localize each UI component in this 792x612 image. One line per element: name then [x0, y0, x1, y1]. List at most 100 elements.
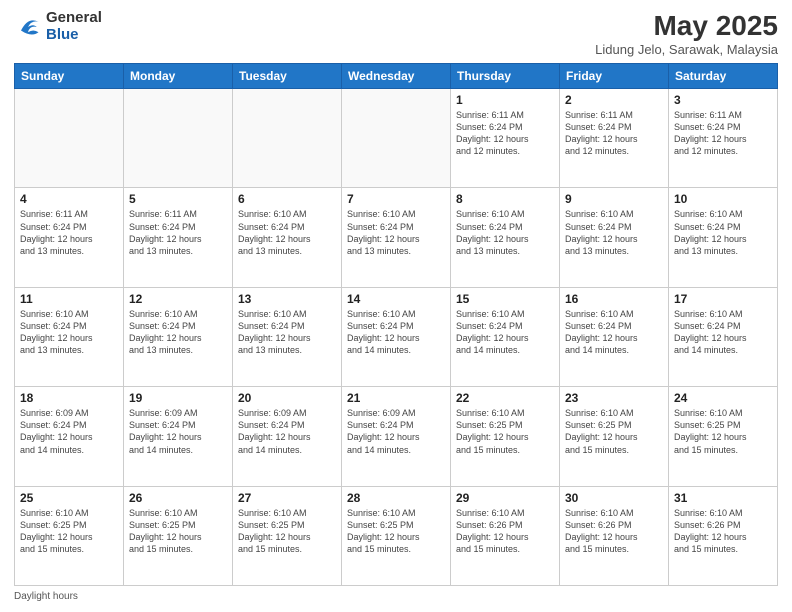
day-number: 11	[20, 292, 118, 306]
day-info: Sunrise: 6:09 AM Sunset: 6:24 PM Dayligh…	[238, 407, 336, 456]
calendar-cell	[233, 89, 342, 188]
calendar-header-row: Sunday Monday Tuesday Wednesday Thursday…	[15, 64, 778, 89]
calendar-week-3: 18 Sunrise: 6:09 AM Sunset: 6:24 PM Dayli…	[15, 387, 778, 486]
day-number: 2	[565, 93, 663, 107]
day-info: Sunrise: 6:10 AM Sunset: 6:25 PM Dayligh…	[456, 407, 554, 456]
calendar-cell: 20 Sunrise: 6:09 AM Sunset: 6:24 PM Dayli…	[233, 387, 342, 486]
day-info: Sunrise: 6:10 AM Sunset: 6:24 PM Dayligh…	[129, 308, 227, 357]
col-tuesday: Tuesday	[233, 64, 342, 89]
calendar-cell	[124, 89, 233, 188]
day-info: Sunrise: 6:10 AM Sunset: 6:25 PM Dayligh…	[129, 507, 227, 556]
col-thursday: Thursday	[451, 64, 560, 89]
calendar-cell: 5 Sunrise: 6:11 AM Sunset: 6:24 PM Daylig…	[124, 188, 233, 287]
logo-text: General Blue	[46, 10, 102, 43]
calendar-cell: 11Sunrise: 6:10 AM Sunset: 6:24 PM Dayli…	[15, 287, 124, 386]
calendar-cell: 12 Sunrise: 6:10 AM Sunset: 6:24 PM Dayli…	[124, 287, 233, 386]
day-info: Sunrise: 6:10 AM Sunset: 6:24 PM Dayligh…	[565, 308, 663, 357]
col-sunday: Sunday	[15, 64, 124, 89]
day-info: Sunrise: 6:10 AM Sunset: 6:24 PM Dayligh…	[565, 208, 663, 257]
day-info: Sunrise: 6:10 AM Sunset: 6:24 PM Dayligh…	[674, 308, 772, 357]
day-info: Sunrise: 6:10 AM Sunset: 6:26 PM Dayligh…	[456, 507, 554, 556]
day-number: 28	[347, 491, 445, 505]
calendar-cell: 7Sunrise: 6:10 AM Sunset: 6:24 PM Daylig…	[342, 188, 451, 287]
day-number: 27	[238, 491, 336, 505]
col-monday: Monday	[124, 64, 233, 89]
calendar-cell: 9 Sunrise: 6:10 AM Sunset: 6:24 PM Daylig…	[560, 188, 669, 287]
calendar-cell: 29 Sunrise: 6:10 AM Sunset: 6:26 PM Dayli…	[451, 486, 560, 585]
day-number: 31	[674, 491, 772, 505]
day-number: 21	[347, 391, 445, 405]
calendar-cell: 22 Sunrise: 6:10 AM Sunset: 6:25 PM Dayli…	[451, 387, 560, 486]
page: General Blue May 2025 Lidung Jelo, Saraw…	[0, 0, 792, 612]
day-number: 23	[565, 391, 663, 405]
calendar-cell: 21 Sunrise: 6:09 AM Sunset: 6:24 PM Dayli…	[342, 387, 451, 486]
calendar-cell: 6Sunrise: 6:10 AM Sunset: 6:24 PM Daylig…	[233, 188, 342, 287]
main-title: May 2025	[595, 10, 778, 42]
day-info: Sunrise: 6:09 AM Sunset: 6:24 PM Dayligh…	[347, 407, 445, 456]
calendar-cell: 3Sunrise: 6:11 AM Sunset: 6:24 PM Daylig…	[669, 89, 778, 188]
day-number: 20	[238, 391, 336, 405]
day-number: 30	[565, 491, 663, 505]
day-info: Sunrise: 6:10 AM Sunset: 6:26 PM Dayligh…	[674, 507, 772, 556]
calendar-cell: 14 Sunrise: 6:10 AM Sunset: 6:24 PM Dayli…	[342, 287, 451, 386]
day-info: Sunrise: 6:09 AM Sunset: 6:24 PM Dayligh…	[20, 407, 118, 456]
calendar-week-2: 11 Sunrise: 6:10 AM Sunset: 6:24 PM Dayli…	[15, 287, 778, 386]
calendar-cell: 17 Sunrise: 6:10 AM Sunset: 6:24 PM Dayli…	[669, 287, 778, 386]
calendar-cell: 10Sunrise: 6:10 AM Sunset: 6:24 PM Dayli…	[669, 188, 778, 287]
day-info: Sunrise: 6:10 AM Sunset: 6:25 PM Dayligh…	[20, 507, 118, 556]
calendar-cell: 18 Sunrise: 6:09 AM Sunset: 6:24 PM Dayli…	[15, 387, 124, 486]
calendar-cell: 28 Sunrise: 6:10 AM Sunset: 6:25 PM Dayli…	[342, 486, 451, 585]
calendar-cell: 25 Sunrise: 6:10 AM Sunset: 6:25 PM Dayli…	[15, 486, 124, 585]
calendar-cell: 15Sunrise: 6:10 AM Sunset: 6:24 PM Dayli…	[451, 287, 560, 386]
day-number: 25	[20, 491, 118, 505]
calendar-cell: 24Sunrise: 6:10 AM Sunset: 6:25 PM Dayli…	[669, 387, 778, 486]
calendar-cell: 26 Sunrise: 6:10 AM Sunset: 6:25 PM Dayli…	[124, 486, 233, 585]
logo: General Blue	[14, 10, 102, 43]
calendar-cell: 23 Sunrise: 6:10 AM Sunset: 6:25 PM Dayli…	[560, 387, 669, 486]
col-wednesday: Wednesday	[342, 64, 451, 89]
logo-blue-text: Blue	[46, 27, 102, 44]
day-number: 10	[674, 192, 772, 206]
day-number: 18	[20, 391, 118, 405]
day-info: Sunrise: 6:10 AM Sunset: 6:25 PM Dayligh…	[347, 507, 445, 556]
footer-label: Daylight hours	[14, 591, 78, 602]
day-number: 5	[129, 192, 227, 206]
day-number: 3	[674, 93, 772, 107]
day-number: 14	[347, 292, 445, 306]
day-number: 9	[565, 192, 663, 206]
calendar-table: Sunday Monday Tuesday Wednesday Thursday…	[14, 63, 778, 586]
day-info: Sunrise: 6:10 AM Sunset: 6:25 PM Dayligh…	[674, 407, 772, 456]
calendar-cell: 4Sunrise: 6:11 AM Sunset: 6:24 PM Daylig…	[15, 188, 124, 287]
logo-general-text: General	[46, 10, 102, 27]
calendar-cell: 27Sunrise: 6:10 AM Sunset: 6:25 PM Dayli…	[233, 486, 342, 585]
day-number: 19	[129, 391, 227, 405]
day-info: Sunrise: 6:10 AM Sunset: 6:24 PM Dayligh…	[238, 308, 336, 357]
day-info: Sunrise: 6:11 AM Sunset: 6:24 PM Dayligh…	[565, 109, 663, 158]
day-info: Sunrise: 6:11 AM Sunset: 6:24 PM Dayligh…	[129, 208, 227, 257]
calendar-cell: 2 Sunrise: 6:11 AM Sunset: 6:24 PM Daylig…	[560, 89, 669, 188]
col-friday: Friday	[560, 64, 669, 89]
day-info: Sunrise: 6:10 AM Sunset: 6:24 PM Dayligh…	[456, 308, 554, 357]
day-number: 1	[456, 93, 554, 107]
title-section: May 2025 Lidung Jelo, Sarawak, Malaysia	[595, 10, 778, 57]
day-number: 29	[456, 491, 554, 505]
calendar-week-1: 4 Sunrise: 6:11 AM Sunset: 6:24 PM Daylig…	[15, 188, 778, 287]
calendar-cell: 19 Sunrise: 6:09 AM Sunset: 6:24 PM Dayli…	[124, 387, 233, 486]
day-info: Sunrise: 6:10 AM Sunset: 6:26 PM Dayligh…	[565, 507, 663, 556]
day-info: Sunrise: 6:10 AM Sunset: 6:24 PM Dayligh…	[347, 208, 445, 257]
calendar-cell: 1 Sunrise: 6:11 AM Sunset: 6:24 PM Daylig…	[451, 89, 560, 188]
day-info: Sunrise: 6:10 AM Sunset: 6:25 PM Dayligh…	[565, 407, 663, 456]
day-info: Sunrise: 6:09 AM Sunset: 6:24 PM Dayligh…	[129, 407, 227, 456]
day-info: Sunrise: 6:11 AM Sunset: 6:24 PM Dayligh…	[456, 109, 554, 158]
day-number: 26	[129, 491, 227, 505]
day-number: 4	[20, 192, 118, 206]
day-number: 17	[674, 292, 772, 306]
calendar-cell: 16Sunrise: 6:10 AM Sunset: 6:24 PM Dayli…	[560, 287, 669, 386]
subtitle: Lidung Jelo, Sarawak, Malaysia	[595, 42, 778, 57]
day-info: Sunrise: 6:10 AM Sunset: 6:24 PM Dayligh…	[347, 308, 445, 357]
calendar-cell: 8Sunrise: 6:10 AM Sunset: 6:24 PM Daylig…	[451, 188, 560, 287]
day-number: 22	[456, 391, 554, 405]
day-number: 12	[129, 292, 227, 306]
calendar-cell	[342, 89, 451, 188]
logo-icon	[14, 13, 42, 41]
